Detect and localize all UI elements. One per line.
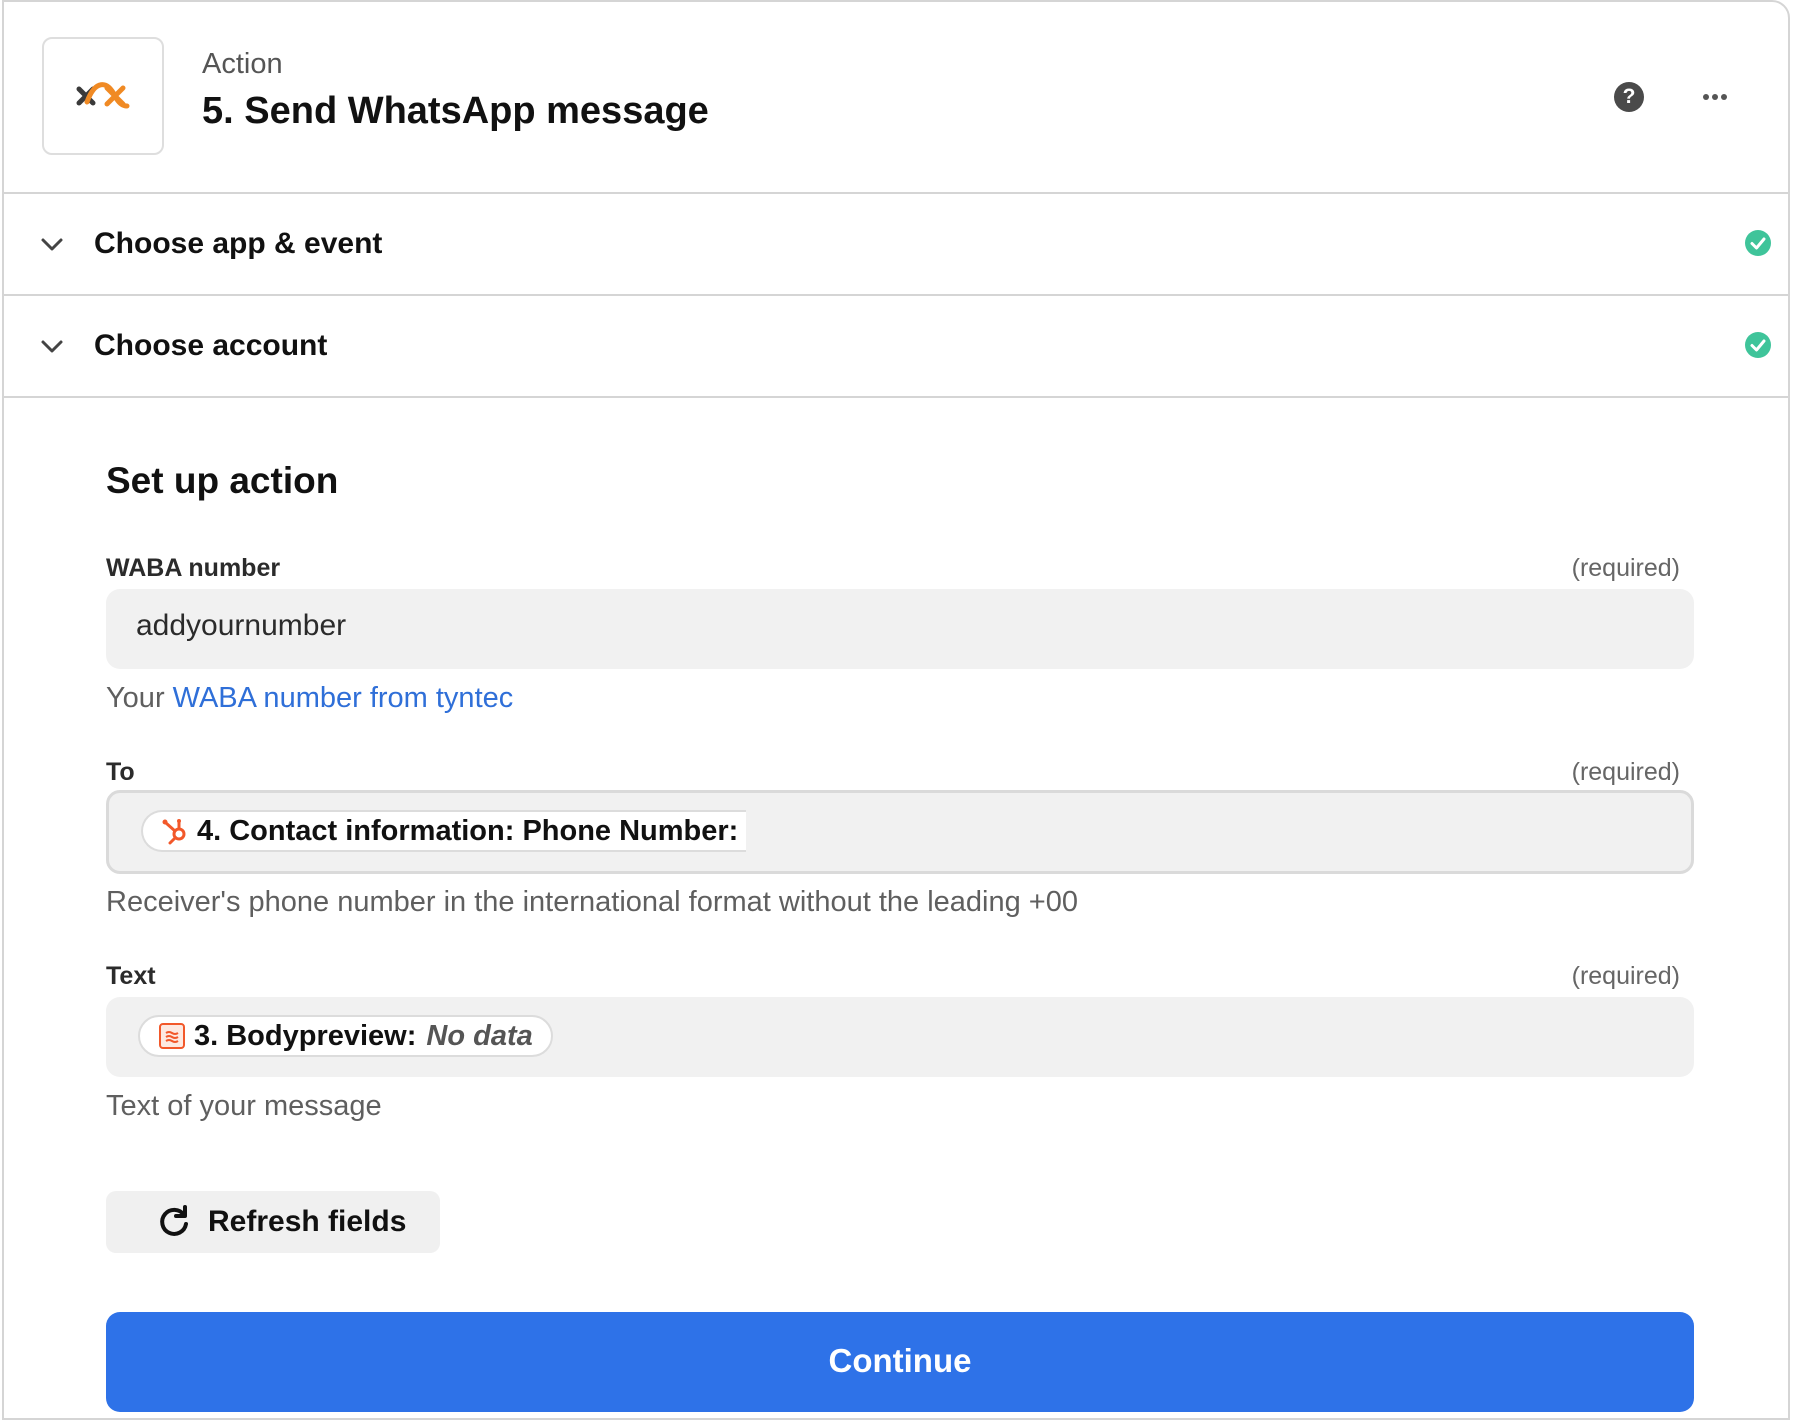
mapped-field-pill[interactable]: 4. Contact information: Phone Number: xyxy=(141,810,746,852)
to-input[interactable]: 4. Contact information: Phone Number: xyxy=(106,790,1694,874)
waba-number-link[interactable]: WABA number from tyntec xyxy=(173,682,514,714)
refresh-fields-label: Refresh fields xyxy=(208,1205,407,1238)
section-label: Choose app & event xyxy=(94,227,383,260)
check-circle-icon xyxy=(1745,332,1771,358)
waba-number-input[interactable]: addyournumber xyxy=(106,589,1694,669)
required-indicator: (required) xyxy=(1571,758,1680,786)
pill-step-label: 4. Contact information: Phone Number: xyxy=(197,814,739,847)
check-circle-icon xyxy=(1745,230,1771,256)
pill-step-label: 3. Bodypreview: xyxy=(194,1019,417,1052)
text-label: Text xyxy=(106,962,156,990)
chevron-down-icon xyxy=(41,340,63,353)
waba-number-value: addyournumber xyxy=(136,609,347,642)
to-label: To xyxy=(106,758,135,786)
text-input[interactable]: 3. Bodypreview: No data xyxy=(106,997,1694,1077)
question-mark-icon: ? xyxy=(1622,85,1636,108)
pill-value: No data xyxy=(426,1019,533,1052)
to-hint: Receiver's phone number in the internati… xyxy=(106,886,1078,918)
section-choose-account[interactable]: Choose account xyxy=(4,296,1788,398)
required-indicator: (required) xyxy=(1571,554,1680,582)
action-step-card: Action 5. Send WhatsApp message ? Choose… xyxy=(2,0,1790,1420)
help-button[interactable]: ? xyxy=(1614,82,1644,112)
hint-prefix: Your xyxy=(106,682,173,714)
mapped-field-pill[interactable]: 3. Bodypreview: No data xyxy=(138,1015,553,1057)
waba-number-label: WABA number xyxy=(106,554,281,582)
tyntec-logo xyxy=(42,37,164,155)
step-header: Action 5. Send WhatsApp message ? xyxy=(4,2,1788,194)
required-indicator: (required) xyxy=(1571,962,1680,990)
refresh-fields-button[interactable]: Refresh fields xyxy=(106,1191,440,1253)
email-parser-icon xyxy=(158,1022,186,1050)
section-label: Choose account xyxy=(94,329,328,362)
tyntec-logo-icon xyxy=(76,82,130,109)
ellipsis-icon xyxy=(1703,94,1727,100)
step-title: 5. Send WhatsApp message xyxy=(202,90,709,132)
setup-action-title: Set up action xyxy=(106,460,339,501)
continue-label: Continue xyxy=(828,1342,972,1379)
step-type-label: Action xyxy=(202,48,283,80)
more-options-button[interactable] xyxy=(1698,80,1732,114)
chevron-down-icon xyxy=(41,238,63,251)
text-hint: Text of your message xyxy=(106,1090,382,1122)
hubspot-icon xyxy=(161,817,189,845)
refresh-icon xyxy=(160,1205,188,1236)
waba-number-hint: Your WABA number from tyntec xyxy=(106,682,513,715)
continue-button[interactable]: Continue xyxy=(106,1312,1694,1412)
section-choose-app-event[interactable]: Choose app & event xyxy=(4,194,1788,296)
